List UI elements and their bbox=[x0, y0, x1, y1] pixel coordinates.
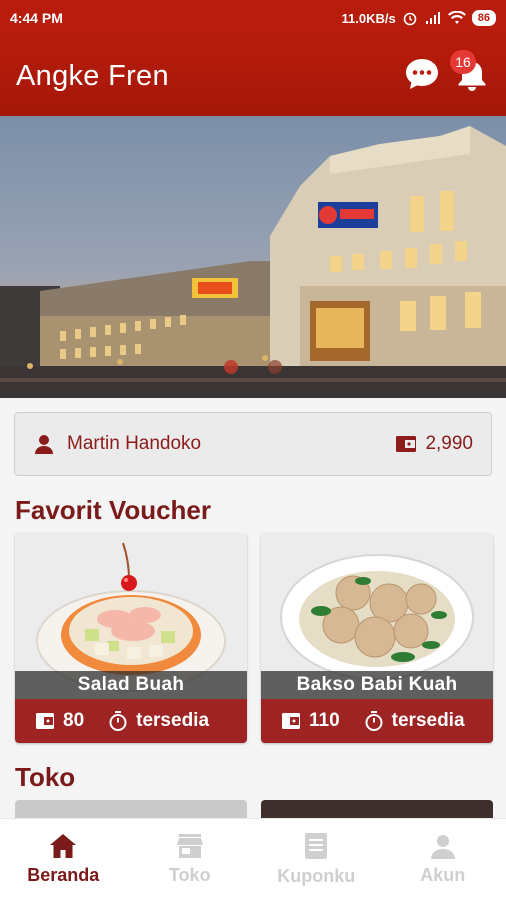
nav-toko[interactable]: Toko bbox=[127, 819, 254, 900]
nav-akun[interactable]: Akun bbox=[380, 819, 506, 900]
nav-kuponku[interactable]: Kuponku bbox=[253, 819, 380, 900]
timer-icon bbox=[109, 711, 127, 731]
mall-building-image bbox=[0, 116, 506, 398]
nav-label: Toko bbox=[168, 865, 211, 885]
carousel-dot-active[interactable] bbox=[224, 360, 238, 374]
nav-label: Beranda bbox=[27, 865, 100, 885]
voucher-name: Salad Buah bbox=[15, 671, 247, 699]
favorit-voucher-title: Favorit Voucher bbox=[15, 495, 212, 525]
bottom-navigation: Beranda Toko Kuponku Akun bbox=[0, 818, 506, 900]
notifications-button[interactable]: 16 bbox=[450, 50, 492, 94]
home-content[interactable]: Martin Handoko 2,990 Favorit Voucher Sal… bbox=[0, 398, 506, 818]
carousel-dot[interactable] bbox=[268, 360, 282, 374]
voucher-footer: 80 tersedia bbox=[15, 699, 247, 743]
store-icon bbox=[176, 834, 203, 858]
wifi-icon bbox=[447, 11, 466, 24]
carousel-indicator bbox=[0, 360, 506, 374]
nav-label: Akun bbox=[420, 865, 466, 885]
notification-badge: 16 bbox=[450, 50, 476, 74]
wallet-icon bbox=[396, 436, 417, 452]
chat-button[interactable] bbox=[402, 54, 442, 94]
app-bar-actions: 16 bbox=[402, 50, 492, 94]
hero-banner[interactable] bbox=[0, 116, 506, 398]
voucher-footer: 110 tersedia bbox=[261, 699, 493, 743]
voucher-status: tersedia bbox=[391, 710, 465, 731]
wallet-icon bbox=[282, 713, 300, 729]
user-name: Martin Handoko bbox=[67, 433, 202, 454]
home-icon bbox=[50, 834, 77, 858]
signal-icon bbox=[425, 12, 440, 24]
battery-indicator: 86 bbox=[471, 10, 496, 26]
user-card[interactable]: Martin Handoko 2,990 bbox=[14, 412, 492, 476]
alarm-icon bbox=[403, 12, 417, 26]
app-title: Angke Fren bbox=[16, 59, 169, 92]
status-time: 4:44 PM bbox=[10, 10, 63, 26]
voucher-status: tersedia bbox=[136, 710, 210, 731]
nav-beranda[interactable]: Beranda bbox=[0, 819, 127, 900]
voucher-card-salad-buah[interactable]: Salad Buah 80 tersedia bbox=[15, 533, 247, 743]
toko-card[interactable] bbox=[261, 800, 493, 818]
person-icon bbox=[35, 435, 53, 454]
voucher-points: 80 bbox=[63, 710, 85, 731]
timer-icon bbox=[365, 711, 383, 731]
coupon-icon bbox=[305, 833, 328, 859]
voucher-card-bakso-babi-kuah[interactable]: Bakso Babi Kuah 110 tersedia bbox=[261, 533, 493, 743]
app-bar: Angke Fren 16 bbox=[0, 36, 506, 116]
chat-icon bbox=[406, 59, 438, 89]
wallet-icon bbox=[36, 713, 54, 729]
nav-label: Kuponku bbox=[277, 866, 356, 886]
voucher-points: 110 bbox=[309, 710, 340, 731]
toko-title: Toko bbox=[15, 762, 76, 792]
status-indicators: 11.0KB/s 86 bbox=[342, 10, 496, 26]
toko-card[interactable] bbox=[15, 800, 247, 818]
user-points: 2,990 bbox=[425, 433, 473, 454]
voucher-name: Bakso Babi Kuah bbox=[261, 671, 493, 699]
status-bar: 4:44 PM 11.0KB/s 86 bbox=[0, 0, 506, 36]
network-speed: 11.0KB/s bbox=[341, 10, 396, 26]
account-icon bbox=[430, 835, 455, 859]
